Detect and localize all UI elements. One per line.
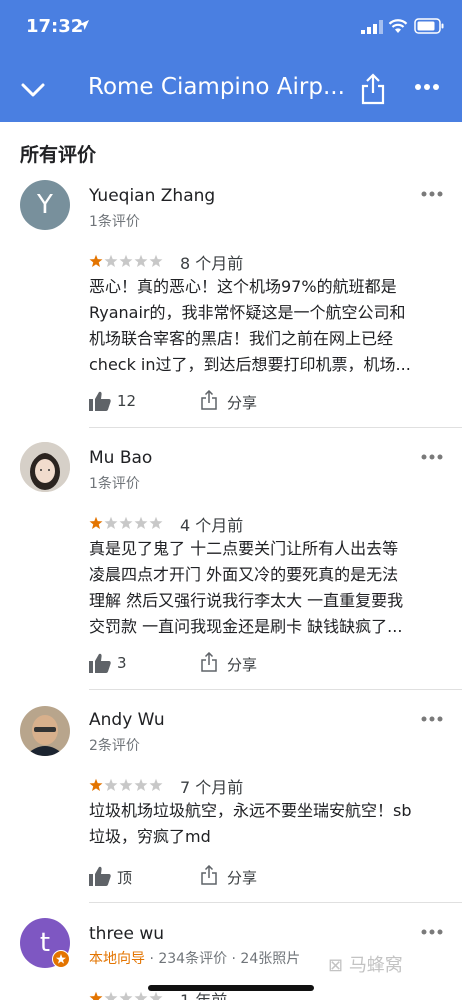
star-empty-icon <box>104 778 118 791</box>
share-icon[interactable] <box>360 73 386 105</box>
local-guide-label: 本地向导 <box>89 951 145 967</box>
more-options-icon[interactable] <box>421 191 443 197</box>
star-empty-icon <box>149 516 163 529</box>
more-options-icon[interactable] <box>421 716 443 722</box>
avatar[interactable] <box>20 706 70 756</box>
star-empty-icon <box>104 516 118 529</box>
review-line: 交罚款 一直问我现金还是刷卡 缺钱缺疯了... <box>89 617 403 636</box>
reviewer-name[interactable]: Yueqian Zhang <box>89 186 215 206</box>
review-time: 8 个月前 <box>180 254 244 273</box>
review-line: 理解 然后又强行说我行李太大 一直重复要我 <box>89 591 404 610</box>
star-empty-icon <box>134 991 148 1000</box>
star-empty-icon <box>134 778 148 791</box>
avatar[interactable]: Y <box>20 180 70 230</box>
star-rating <box>89 778 163 791</box>
page-title: Rome Ciampino Airp... <box>88 74 345 100</box>
review-count: 2条评价 <box>89 738 140 754</box>
avatar-letter: Y <box>37 190 53 220</box>
share-button[interactable]: 分享 <box>227 867 257 888</box>
star-empty-icon <box>149 991 163 1000</box>
star-filled-icon <box>89 778 103 791</box>
review-count: 1条评价 <box>89 214 140 230</box>
review-count: 本地向导 · 234条评价 · 24张照片 <box>89 948 300 968</box>
review-time: 4 个月前 <box>180 516 244 535</box>
star-empty-icon <box>149 254 163 267</box>
reviewer-name[interactable]: Mu Bao <box>89 448 152 468</box>
reviewer-name[interactable]: three wu <box>89 924 164 944</box>
star-empty-icon <box>149 778 163 791</box>
like-button-label[interactable]: 顶 <box>117 867 132 888</box>
divider <box>89 427 462 428</box>
thumbs-up-icon[interactable] <box>89 866 111 886</box>
review-time: 7 个月前 <box>180 778 244 797</box>
status-bar: 17:32 <box>0 0 462 56</box>
battery-icon <box>414 18 444 34</box>
review-line: check in过了，到达后想要打印机票，机场... <box>89 355 411 374</box>
star-rating <box>89 991 163 1000</box>
review-line: 垃圾，穷疯了md <box>89 827 211 846</box>
cellular-signal-icon <box>361 20 383 34</box>
avatar-photo-icon <box>20 706 70 756</box>
home-indicator[interactable] <box>148 985 314 991</box>
divider <box>89 689 462 690</box>
share-icon[interactable] <box>201 652 217 672</box>
review-line: Ryanair的，我非常怀疑这是一个航空公司和 <box>89 303 406 322</box>
star-empty-icon <box>119 778 133 791</box>
section-title: 所有评价 <box>20 144 97 166</box>
star-filled-icon <box>89 254 103 267</box>
star-rating <box>89 516 163 529</box>
app-bar: Rome Ciampino Airp... <box>0 56 462 122</box>
review-line: 真是见了鬼了 十二点要关门让所有人出去等 <box>89 539 399 558</box>
watermark-text: 马蜂窝 <box>348 955 403 976</box>
review-text[interactable]: 恶心！真的恶心！这个机场97%的航班都是 Ryanair的，我非常怀疑这是一个航… <box>89 274 445 378</box>
more-options-icon[interactable] <box>421 454 443 460</box>
watermark: ⊠ 马蜂窝 <box>328 951 403 977</box>
status-time: 17:32 <box>26 16 84 37</box>
star-empty-icon <box>119 254 133 267</box>
star-filled-icon <box>89 516 103 529</box>
wifi-icon <box>388 19 408 33</box>
review-line: 机场联合宰客的黑店！我们之前在网上已经 <box>89 329 394 348</box>
star-empty-icon <box>119 991 133 1000</box>
avatar-photo-icon <box>20 442 70 492</box>
review-line: 凌晨四点才开门 外面又冷的要死真的是无法 <box>89 565 399 584</box>
share-button[interactable]: 分享 <box>227 654 257 675</box>
star-empty-icon <box>119 516 133 529</box>
more-options-icon[interactable] <box>414 83 440 91</box>
watermark-logo-icon: ⊠ <box>328 955 349 976</box>
review-count: 1条评价 <box>89 476 140 492</box>
thumbs-up-icon[interactable] <box>89 391 111 411</box>
star-empty-icon <box>104 991 118 1000</box>
share-icon[interactable] <box>201 865 217 885</box>
review-stats: · 234条评价 · 24张照片 <box>145 951 301 967</box>
review-text[interactable]: 真是见了鬼了 十二点要关门让所有人出去等 凌晨四点才开门 外面又冷的要死真的是无… <box>89 536 445 640</box>
review-line: 垃圾机场垃圾航空，永远不要坐瑞安航空！sb <box>89 801 412 820</box>
share-button[interactable]: 分享 <box>227 392 257 413</box>
local-guide-badge-icon <box>52 950 70 968</box>
review-line: 恶心！真的恶心！这个机场97%的航班都是 <box>89 277 397 296</box>
star-empty-icon <box>104 254 118 267</box>
star-filled-icon <box>89 991 103 1000</box>
review-text[interactable]: 垃圾机场垃圾航空，永远不要坐瑞安航空！sb 垃圾，穷疯了md <box>89 798 445 850</box>
star-empty-icon <box>134 254 148 267</box>
chevron-down-icon[interactable] <box>18 75 48 105</box>
avatar[interactable] <box>20 442 70 492</box>
like-count: 12 <box>117 392 137 410</box>
star-rating <box>89 254 163 267</box>
share-icon[interactable] <box>201 390 217 410</box>
like-count: 3 <box>117 654 127 672</box>
reviewer-name[interactable]: Andy Wu <box>89 710 165 730</box>
star-empty-icon <box>134 516 148 529</box>
divider <box>89 902 462 903</box>
more-options-icon[interactable] <box>421 929 443 935</box>
location-arrow-icon <box>79 20 89 30</box>
thumbs-up-icon[interactable] <box>89 653 111 673</box>
avatar-letter: t <box>39 928 51 958</box>
